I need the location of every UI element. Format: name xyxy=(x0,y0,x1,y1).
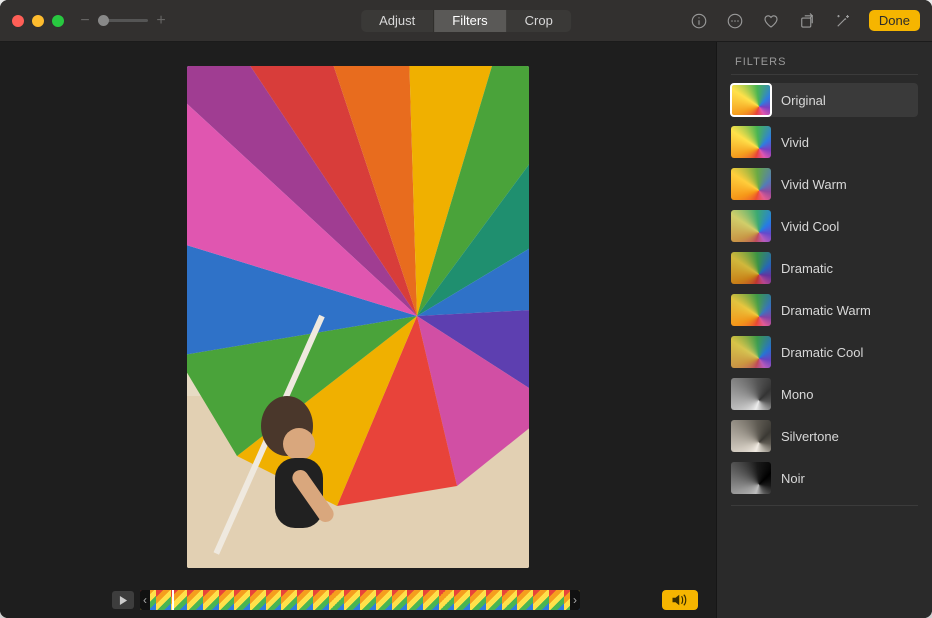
timeline-frame xyxy=(281,590,297,610)
timeline-frame xyxy=(533,590,549,610)
timeline-frame xyxy=(423,590,439,610)
zoom-out-button[interactable]: − xyxy=(78,13,92,29)
filter-item-vivid-warm[interactable]: Vivid Warm xyxy=(731,167,918,201)
filter-thumbnail-original xyxy=(731,84,771,116)
close-window-button[interactable] xyxy=(12,15,24,27)
zoom-in-button[interactable]: + xyxy=(154,13,168,29)
timeline-frame xyxy=(234,590,250,610)
filter-thumbnail-vivid-warm xyxy=(731,168,771,200)
filter-item-dramatic-cool[interactable]: Dramatic Cool xyxy=(731,335,918,369)
filter-label: Mono xyxy=(781,387,814,402)
titlebar: − + Adjust Filters Crop Do xyxy=(0,0,932,42)
rotate-icon[interactable] xyxy=(797,11,817,31)
filter-list: Original Vivid Vivid Warm Vivid Cool Dramati… xyxy=(731,83,918,495)
segment-adjust[interactable]: Adjust xyxy=(361,10,433,32)
filter-thumbnail-vivid xyxy=(731,126,771,158)
timeline-frame xyxy=(187,590,203,610)
edit-mode-segmented-control: Adjust Filters Crop xyxy=(361,10,571,32)
filter-item-dramatic-warm[interactable]: Dramatic Warm xyxy=(731,293,918,327)
playhead[interactable] xyxy=(172,590,174,610)
panel-separator xyxy=(731,505,918,506)
timeline-frame xyxy=(486,590,502,610)
fullscreen-window-button[interactable] xyxy=(52,15,64,27)
filter-label: Dramatic Cool xyxy=(781,345,863,360)
filter-item-vivid[interactable]: Vivid xyxy=(731,125,918,159)
filter-label: Noir xyxy=(781,471,805,486)
done-button[interactable]: Done xyxy=(869,10,920,31)
filter-item-original[interactable]: Original xyxy=(731,83,918,117)
zoom-controls: − + xyxy=(78,13,168,29)
filters-panel: FILTERS Original Vivid Vivid Warm Vivid Coo… xyxy=(716,42,932,618)
main-photo-preview xyxy=(187,66,529,568)
filter-thumbnail-dramatic-cool xyxy=(731,336,771,368)
toolbar-right: Done xyxy=(689,10,920,31)
filter-label: Original xyxy=(781,93,826,108)
timeline-frame xyxy=(329,590,345,610)
filter-item-noir[interactable]: Noir xyxy=(731,461,918,495)
canvas-stage xyxy=(0,42,716,590)
filter-label: Dramatic Warm xyxy=(781,303,871,318)
window-controls xyxy=(12,15,64,27)
timeline-frame xyxy=(360,590,376,610)
timeline-frame xyxy=(297,590,313,610)
timeline-frame xyxy=(344,590,360,610)
filter-thumbnail-noir xyxy=(731,462,771,494)
filter-thumbnail-dramatic xyxy=(731,252,771,284)
trim-handle-left[interactable]: ‹ xyxy=(140,590,150,610)
video-timeline: ‹› xyxy=(0,590,716,618)
segment-filters[interactable]: Filters xyxy=(433,10,505,32)
filter-label: Vivid xyxy=(781,135,809,150)
more-icon[interactable] xyxy=(725,11,745,31)
filter-item-vivid-cool[interactable]: Vivid Cool xyxy=(731,209,918,243)
timeline-frame xyxy=(407,590,423,610)
timeline-frame xyxy=(439,590,455,610)
timeline-frame xyxy=(156,590,172,610)
info-icon[interactable] xyxy=(689,11,709,31)
filter-label: Vivid Warm xyxy=(781,177,847,192)
timeline-frame xyxy=(203,590,219,610)
filter-item-mono[interactable]: Mono xyxy=(731,377,918,411)
timeline-scrubber[interactable]: ‹› xyxy=(140,590,580,610)
trim-handle-right[interactable]: › xyxy=(570,590,580,610)
panel-separator xyxy=(731,74,918,75)
filter-thumbnail-dramatic-warm xyxy=(731,294,771,326)
timeline-frame xyxy=(454,590,470,610)
timeline-frame xyxy=(313,590,329,610)
play-button[interactable] xyxy=(112,591,134,609)
canvas-area: ‹› xyxy=(0,42,716,618)
filter-thumbnail-silvertone xyxy=(731,420,771,452)
filter-thumbnail-mono xyxy=(731,378,771,410)
timeline-frame xyxy=(392,590,408,610)
segment-crop[interactable]: Crop xyxy=(506,10,571,32)
app-window: − + Adjust Filters Crop Do xyxy=(0,0,932,618)
timeline-frame xyxy=(219,590,235,610)
timeline-frame xyxy=(266,590,282,610)
content-area: ‹› FILTERS OriginalVividVivid WarmVivid … xyxy=(0,42,932,618)
filters-panel-title: FILTERS xyxy=(735,56,918,68)
filter-label: Vivid Cool xyxy=(781,219,839,234)
umbrella-illustration-icon xyxy=(187,66,529,568)
zoom-slider[interactable] xyxy=(98,19,148,22)
timeline-frame xyxy=(470,590,486,610)
favorite-icon[interactable] xyxy=(761,11,781,31)
timeline-frame xyxy=(376,590,392,610)
filter-label: Dramatic xyxy=(781,261,833,276)
timeline-frame xyxy=(250,590,266,610)
filter-item-silvertone[interactable]: Silvertone xyxy=(731,419,918,453)
filter-label: Silvertone xyxy=(781,429,839,444)
filter-item-dramatic[interactable]: Dramatic xyxy=(731,251,918,285)
auto-enhance-icon[interactable] xyxy=(833,11,853,31)
timeline-frame xyxy=(517,590,533,610)
filter-thumbnail-vivid-cool xyxy=(731,210,771,242)
minimize-window-button[interactable] xyxy=(32,15,44,27)
timeline-frame xyxy=(549,590,565,610)
audio-button[interactable] xyxy=(662,590,698,610)
timeline-frame xyxy=(502,590,518,610)
